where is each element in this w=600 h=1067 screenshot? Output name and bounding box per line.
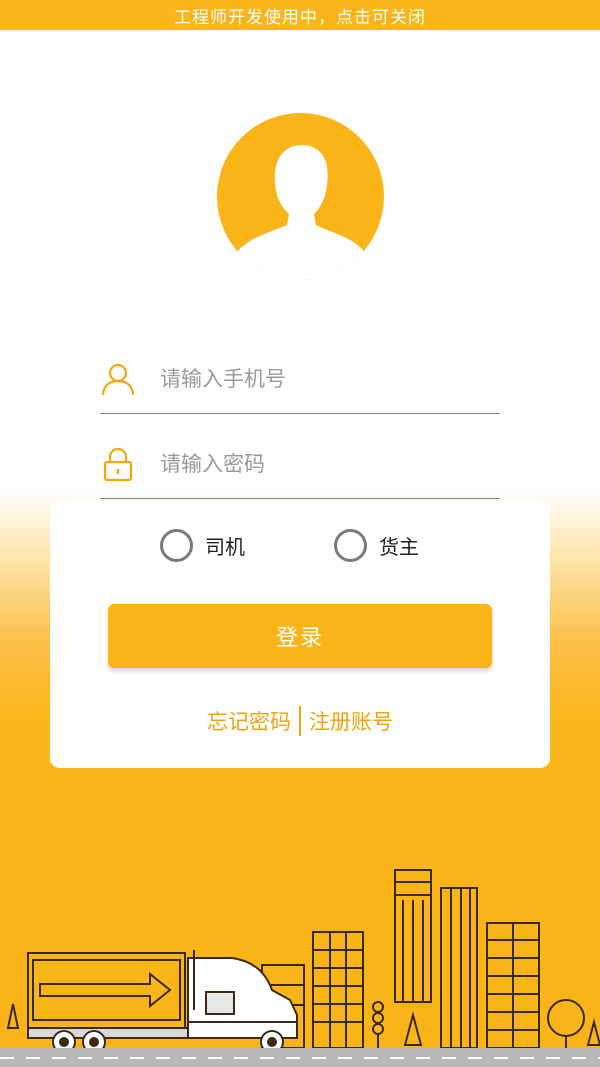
- phone-input[interactable]: [160, 366, 480, 391]
- avatar: [217, 113, 384, 280]
- phone-field: [100, 344, 500, 414]
- role-driver-radio[interactable]: [160, 528, 193, 562]
- role-shipper-option[interactable]: 货主: [334, 527, 419, 563]
- login-button-label: 登录: [275, 626, 324, 651]
- role-driver-option[interactable]: 司机: [160, 527, 245, 563]
- role-driver-label: 司机: [205, 534, 245, 559]
- user-icon: [100, 361, 136, 397]
- password-input[interactable]: [160, 451, 480, 476]
- user-silhouette-icon: [237, 145, 363, 280]
- login-button[interactable]: 登录: [108, 604, 492, 668]
- register-link[interactable]: 注册账号: [309, 706, 393, 736]
- lock-icon: [100, 446, 136, 482]
- role-shipper-label: 货主: [379, 534, 419, 559]
- auth-links: 忘记密码 注册账号: [0, 704, 600, 738]
- dev-mode-banner[interactable]: 工程师开发使用中，点击可关闭: [0, 0, 600, 30]
- role-shipper-radio[interactable]: [334, 528, 367, 562]
- forgot-password-link[interactable]: 忘记密码: [207, 706, 291, 736]
- truck-city-illustration: [0, 869, 600, 1067]
- links-divider: [299, 706, 301, 736]
- dev-mode-banner-text: 工程师开发使用中，点击可关闭: [174, 7, 426, 28]
- password-field: [100, 429, 500, 499]
